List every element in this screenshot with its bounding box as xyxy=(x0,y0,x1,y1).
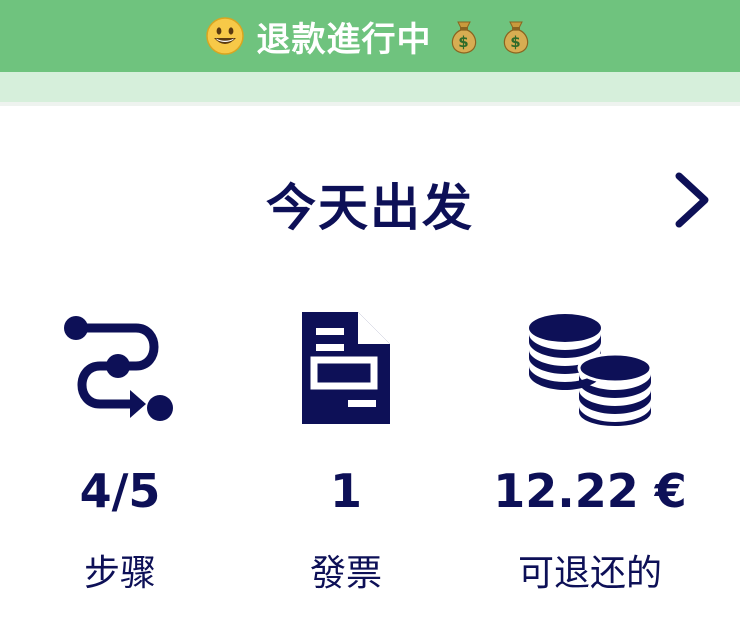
invoice-document-icon xyxy=(302,312,390,424)
open-details-button[interactable] xyxy=(664,170,718,230)
money-bag-icon: $ xyxy=(451,21,476,54)
steps-value: 4/5 xyxy=(79,464,161,518)
banner-text: 退款進行中 xyxy=(256,19,432,60)
grinning-face-icon xyxy=(205,17,244,55)
svg-text:$: $ xyxy=(510,33,521,51)
page-title: 今天出发 xyxy=(266,179,474,237)
stat-invoices[interactable]: 1 發票 xyxy=(226,300,466,600)
banner-sub-strip xyxy=(0,72,740,102)
svg-text:$: $ xyxy=(458,33,469,51)
route-steps-icon xyxy=(64,316,173,421)
coin-stack-icon xyxy=(529,314,653,426)
stat-refundable[interactable]: 12.22 € 可退还的 xyxy=(470,300,710,600)
invoices-label: 發票 xyxy=(309,553,382,594)
chevron-right-icon xyxy=(675,172,709,228)
refundable-value: 12.22 € xyxy=(493,464,687,518)
divider xyxy=(0,102,740,106)
refund-status-banner[interactable]: 退款進行中 $ $ xyxy=(0,0,740,72)
invoices-value: 1 xyxy=(329,464,362,518)
trip-header[interactable]: 今天出发 xyxy=(0,160,740,240)
banner-content: 退款進行中 $ $ xyxy=(205,12,536,61)
refund-stats: 4/5 步骤 1 發票 12.22 € 可退还的 xyxy=(0,300,740,600)
steps-label: 步骤 xyxy=(83,553,156,594)
refundable-label: 可退还的 xyxy=(517,553,662,594)
stat-steps[interactable]: 4/5 步骤 xyxy=(0,300,240,600)
money-bag-icon: $ xyxy=(503,21,528,54)
